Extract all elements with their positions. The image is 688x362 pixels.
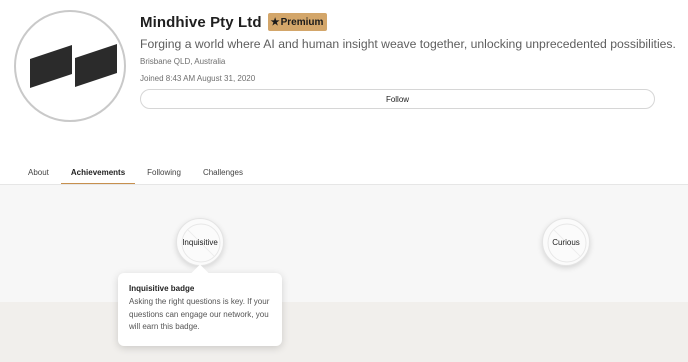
badge-label: Curious — [552, 237, 580, 247]
badge-curious[interactable]: Curious — [542, 218, 590, 266]
badge-inquisitive[interactable]: Inquisitive — [176, 218, 224, 266]
premium-label: Premium — [280, 16, 324, 28]
badge-label: Inquisitive — [182, 237, 218, 247]
tooltip-title: Inquisitive badge — [129, 284, 195, 293]
profile-info: Mindhive Pty Ltd ★ Premium Forging a worl… — [140, 12, 676, 83]
company-name: Mindhive Pty Ltd — [140, 13, 262, 31]
name-row: Mindhive Pty Ltd ★ Premium — [140, 12, 656, 32]
avatar — [14, 10, 126, 122]
premium-badge: ★ Premium — [267, 13, 328, 31]
mindhive-logo — [30, 44, 117, 88]
tooltip-text: Asking the right questions is key. If yo… — [129, 297, 270, 331]
tab-about[interactable]: About — [18, 160, 59, 184]
badge-tooltip: Inquisitive badge Asking the right quest… — [118, 264, 282, 346]
lower-section — [0, 302, 688, 362]
location: Brisbane QLD, Australia — [140, 57, 226, 66]
tagline: Forging a world where AI and human insig… — [140, 37, 676, 51]
tab-challenges[interactable]: Challenges — [193, 160, 253, 184]
follow-button[interactable]: Follow — [140, 89, 655, 109]
tab-following[interactable]: Following — [137, 160, 191, 184]
profile-tabs: About Achievements Following Challenges — [18, 160, 255, 184]
joined-date: Joined 8:43 AM August 31, 2020 — [140, 74, 256, 83]
star-icon: ★ — [270, 16, 280, 28]
tab-achievements[interactable]: Achievements — [60, 160, 136, 184]
